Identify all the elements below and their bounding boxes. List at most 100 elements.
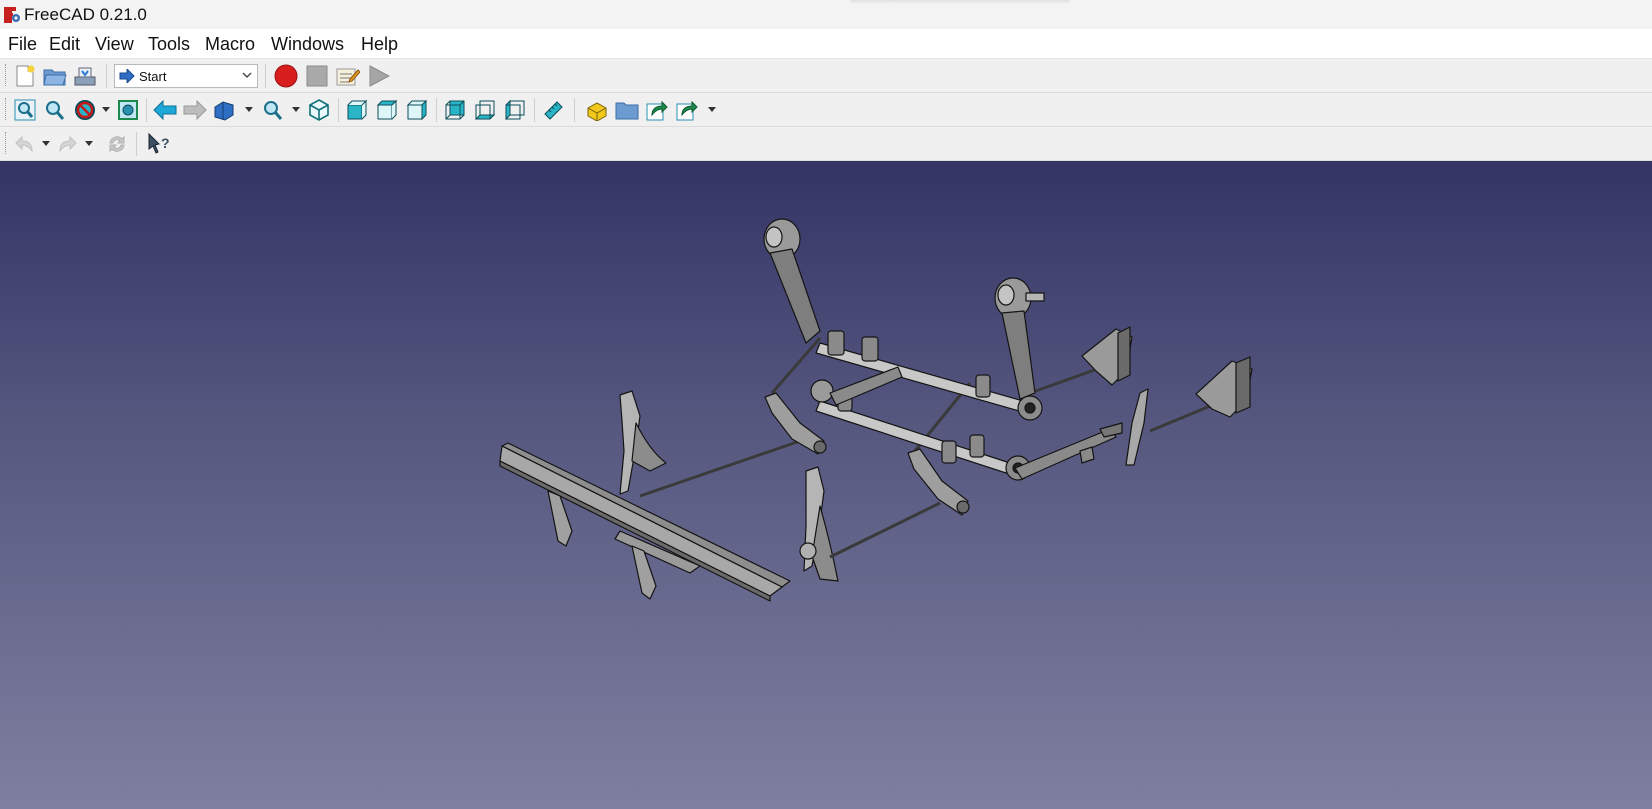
macro-run-icon — [369, 65, 390, 87]
toolbar-row-file-macro: Start — [0, 59, 1652, 93]
toolbar-separator — [338, 98, 339, 122]
sync-view-icon — [214, 101, 234, 121]
link-icon — [646, 100, 668, 121]
right-bracket — [799, 466, 839, 582]
menu-view[interactable]: View — [95, 34, 134, 55]
forward-icon — [183, 100, 207, 120]
toolbar-grip[interactable] — [5, 98, 9, 120]
open-folder-icon — [43, 69, 67, 86]
menu-bar: File Edit View Tools Macro Windows Help — [0, 29, 1652, 59]
macro-run-button[interactable] — [366, 63, 392, 89]
menu-tools[interactable]: Tools — [148, 34, 190, 55]
redo-dropdown-arrow[interactable] — [85, 141, 93, 146]
macro-record-icon — [274, 64, 298, 88]
link-actions-button[interactable] — [674, 97, 700, 123]
top-view-icon — [376, 99, 398, 120]
group-icon — [615, 102, 639, 120]
left-link — [764, 392, 827, 455]
window-title: FreeCAD 0.21.0 — [24, 5, 147, 24]
redo-icon — [59, 135, 77, 153]
macro-record-button[interactable] — [273, 63, 299, 89]
menu-file[interactable]: File — [8, 34, 37, 55]
draw-style-dropdown-arrow[interactable] — [102, 107, 110, 112]
lower-arm-right — [1014, 422, 1123, 480]
isometric-icon — [309, 99, 329, 121]
toolbar-separator — [436, 98, 437, 122]
left-crank-arm — [763, 218, 821, 344]
create-group-button[interactable] — [614, 97, 640, 123]
macro-edit-icon — [336, 68, 360, 86]
link-actions-icon — [676, 100, 698, 121]
toolbar-separator — [146, 98, 147, 122]
fit-all-button[interactable] — [12, 97, 38, 123]
menu-macro[interactable]: Macro — [205, 34, 255, 55]
bounding-box-icon — [118, 100, 138, 120]
bottom-view-button[interactable] — [472, 97, 498, 123]
freecad-logo-icon — [4, 7, 20, 23]
menu-windows[interactable]: Windows — [271, 34, 344, 55]
top-view-button[interactable] — [374, 97, 400, 123]
back-button[interactable] — [152, 97, 178, 123]
zoom-button[interactable] — [260, 97, 286, 123]
rear-view-button[interactable] — [442, 97, 468, 123]
redo-button[interactable] — [54, 131, 80, 157]
save-icon — [74, 67, 96, 86]
new-document-button[interactable] — [12, 63, 38, 89]
make-link-button[interactable] — [644, 97, 670, 123]
toolbar-separator — [534, 98, 535, 122]
right-view-button[interactable] — [404, 97, 430, 123]
sync-view-dropdown-arrow[interactable] — [245, 107, 253, 112]
right-view-icon — [406, 99, 428, 121]
save-document-button[interactable] — [72, 63, 98, 89]
rear-view-icon — [445, 100, 465, 120]
undo-icon — [15, 135, 33, 153]
fit-selection-button[interactable] — [42, 97, 68, 123]
refresh-button[interactable] — [104, 131, 130, 157]
draw-style-icon — [75, 100, 95, 120]
workbench-selector[interactable]: Start — [114, 64, 258, 88]
3d-viewport[interactable] — [0, 161, 1652, 809]
open-document-button[interactable] — [42, 63, 68, 89]
bottom-view-icon — [474, 100, 496, 120]
lower-arm-left — [829, 366, 903, 406]
menu-edit[interactable]: Edit — [49, 34, 80, 55]
zoom-dropdown-arrow[interactable] — [292, 107, 300, 112]
create-part-button[interactable] — [584, 97, 610, 123]
menu-help[interactable]: Help — [361, 34, 398, 55]
isometric-view-button[interactable] — [306, 97, 332, 123]
fit-selection-icon — [46, 101, 65, 120]
undo-button[interactable] — [12, 131, 38, 157]
bounding-box-button[interactable] — [115, 97, 141, 123]
toolbar-grip[interactable] — [5, 132, 9, 154]
toolbar-row-view — [0, 93, 1652, 127]
start-workbench-icon — [119, 69, 135, 83]
toolbar-separator — [265, 64, 266, 88]
whats-this-button[interactable]: ? — [146, 131, 172, 157]
model-render — [499, 218, 1253, 602]
undo-dropdown-arrow[interactable] — [42, 141, 50, 146]
macro-stop-button[interactable] — [304, 63, 330, 89]
toolbar-separator — [574, 98, 575, 122]
left-view-icon — [505, 99, 525, 121]
title-bar-highlight — [850, 0, 1070, 4]
link-actions-dropdown-arrow[interactable] — [708, 107, 716, 112]
title-bar: FreeCAD 0.21.0 — [0, 0, 1652, 29]
front-view-icon — [347, 99, 368, 120]
zoom-icon — [264, 101, 283, 120]
draw-style-button[interactable] — [72, 97, 98, 123]
toolbar-separator — [136, 132, 137, 156]
measure-icon — [544, 101, 563, 120]
part-icon — [587, 102, 607, 121]
toolbar-separator — [106, 64, 107, 88]
right-crank-arm — [994, 277, 1045, 400]
left-view-button[interactable] — [502, 97, 528, 123]
sync-view-button[interactable] — [212, 97, 238, 123]
whats-this-icon: ? — [148, 132, 170, 154]
macro-edit-button[interactable] — [335, 63, 361, 89]
chevron-down-icon — [242, 72, 252, 78]
toolbar-grip[interactable] — [5, 64, 9, 86]
measure-button[interactable] — [540, 97, 566, 123]
refresh-icon — [109, 135, 125, 153]
front-view-button[interactable] — [344, 97, 370, 123]
forward-button[interactable] — [182, 97, 208, 123]
